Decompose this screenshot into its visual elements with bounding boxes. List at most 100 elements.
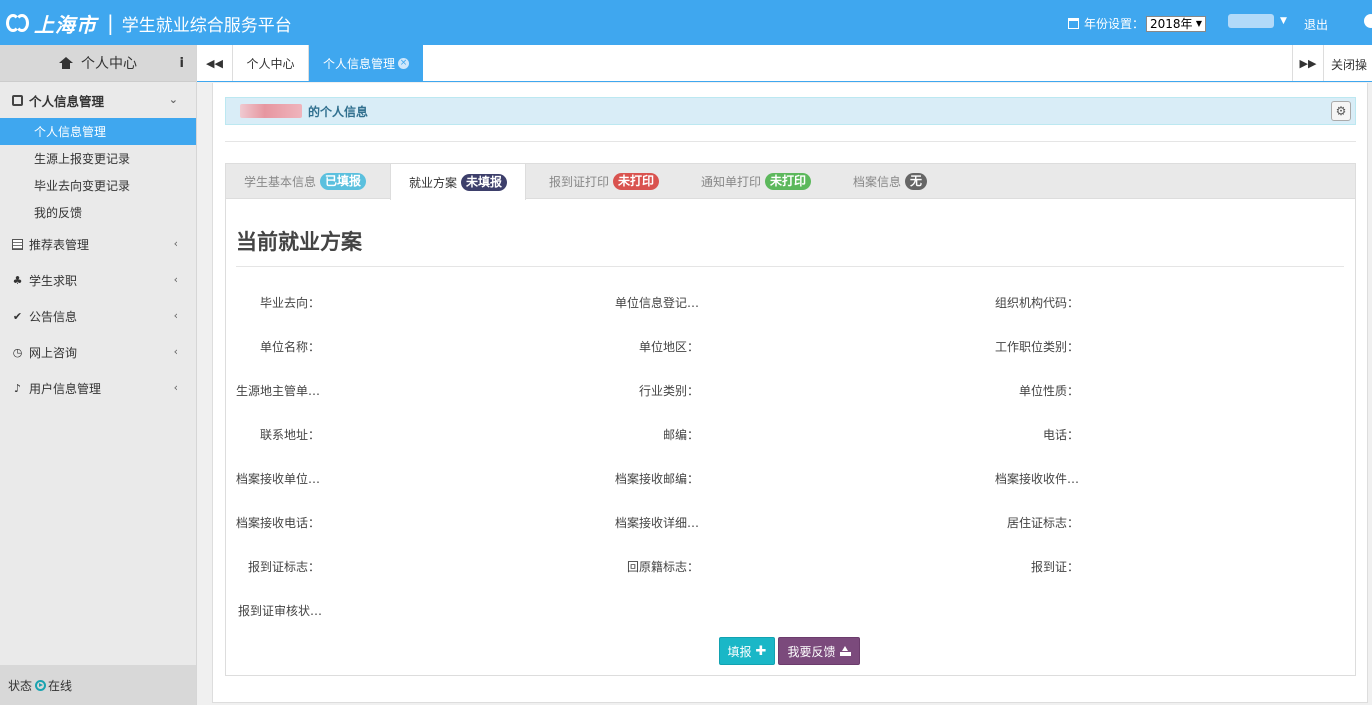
status-badge: 未打印 <box>613 173 660 190</box>
feedback-button[interactable]: 我要反馈 <box>778 637 860 665</box>
tab-report-cert-print[interactable]: 报到证打印 未打印 <box>531 164 677 199</box>
divider <box>225 141 1356 142</box>
field-label: 单位性质： <box>1018 384 1079 398</box>
menu-announcements[interactable]: ✔ 公告信息 ‹ <box>0 298 196 334</box>
calendar-icon <box>1068 18 1079 29</box>
field-label: 单位名称： <box>259 340 320 354</box>
status-badge: 未填报 <box>461 173 508 191</box>
info-card: 学生基本信息 已填报 就业方案 未填报 报到证打印 未打印 通知单打印 未打印 … <box>225 163 1356 676</box>
upload-icon <box>839 646 851 656</box>
field-label: 毕业去向： <box>259 296 320 310</box>
tie-icon: ♣ <box>12 273 23 287</box>
tabs-scroll-right-button[interactable]: ▶▶ <box>1292 45 1324 81</box>
sidebar-title: 个人中心 <box>81 56 137 72</box>
status-badge: 已填报 <box>320 173 367 190</box>
personal-info-banner: 的个人信息 ⚙ <box>225 97 1356 125</box>
sidebar-item-personal-info[interactable]: 个人信息管理 <box>0 118 196 145</box>
chevron-left-icon: ‹ <box>173 237 178 250</box>
menu-online-consult[interactable]: ◷ 网上咨询 ‹ <box>0 334 196 370</box>
field-label: 联系地址： <box>259 428 320 442</box>
sidebar-header[interactable]: 个人中心 i <box>0 45 196 82</box>
close-operations-menu[interactable]: 关闭操 <box>1331 56 1367 73</box>
menu-label: 用户信息管理 <box>29 381 102 396</box>
chevron-left-icon: ‹ <box>173 273 178 286</box>
chevron-left-icon: ‹ <box>173 345 178 358</box>
help-icon[interactable] <box>1364 14 1372 28</box>
tab-notice-print[interactable]: 通知单打印 未打印 <box>683 164 829 199</box>
platform-title: 学生就业综合服务平台 <box>121 15 292 36</box>
document-icon <box>12 238 23 250</box>
sidebar-item-destination-change-log[interactable]: 毕业去向变更记录 <box>0 172 196 199</box>
status-label: 状态 <box>8 678 33 693</box>
button-label: 我要反馈 <box>787 644 836 659</box>
status-bar: 状态 在线 <box>0 665 196 705</box>
sidebar-item-my-feedback[interactable]: 我的反馈 <box>0 199 196 226</box>
menu-user-info[interactable]: ♪ 用户信息管理 ‹ <box>0 370 196 406</box>
field-label: 档案接收详细… <box>615 516 700 530</box>
field-label: 档案接收电话： <box>236 516 321 530</box>
tab-personal-info-management[interactable]: 个人信息管理 × <box>309 45 423 81</box>
logout-link[interactable]: 退出 <box>1304 16 1328 33</box>
tab-employment-plan[interactable]: 就业方案 未填报 <box>390 164 527 200</box>
info-icon[interactable]: i <box>180 56 184 71</box>
tab-label: 就业方案 <box>409 175 458 190</box>
menu-label: 个人信息管理 <box>29 93 105 109</box>
tab-label: 通知单打印 <box>701 175 762 189</box>
tab-personal-center[interactable]: 个人中心 <box>233 45 309 81</box>
tab-label: 学生基本信息 <box>244 175 317 189</box>
logo-city: 上海市 <box>34 12 97 37</box>
top-header: 上海市 | 学生就业综合服务平台 年份设置： 2018年 ▼ ▼ 退出 <box>0 0 1372 45</box>
field-label: 档案接收收件… <box>995 472 1080 486</box>
section-title: 当前就业方案 <box>236 230 362 254</box>
gear-icon[interactable]: ⚙ <box>1331 101 1351 121</box>
menu-recommendation[interactable]: 推荐表管理 ‹ <box>0 226 196 262</box>
tab-basic-info[interactable]: 学生基本信息 已填报 <box>226 164 384 199</box>
clock-icon: ◷ <box>12 345 23 359</box>
tab-archive-info[interactable]: 档案信息 无 <box>835 164 945 199</box>
info-tabs: 学生基本信息 已填报 就业方案 未填报 报到证打印 未打印 通知单打印 未打印 … <box>226 164 1355 200</box>
archive-icon <box>12 94 23 106</box>
tab-label: 档案信息 <box>853 175 902 189</box>
home-icon <box>59 57 73 69</box>
year-select[interactable]: 2018年 ▼ <box>1146 15 1207 32</box>
status-value: 在线 <box>48 678 73 693</box>
button-label: 填报 <box>727 644 752 659</box>
field-label: 单位信息登记… <box>615 296 700 310</box>
online-status-icon <box>35 679 47 691</box>
banner-text: 的个人信息 <box>308 104 369 119</box>
status-badge: 无 <box>905 173 928 190</box>
field-label: 电话： <box>1042 428 1079 442</box>
shanghai-logo[interactable]: 上海市 | 学生就业综合服务平台 <box>6 10 292 37</box>
main-content: 的个人信息 ⚙ 学生基本信息 已填报 就业方案 未填报 报到证打印 未打印 通知… <box>212 83 1368 703</box>
year-setting: 年份设置： 2018年 ▼ <box>1068 15 1207 32</box>
page-tabs: ◀◀ 个人中心 个人信息管理 × ▶▶ 关闭操 <box>197 45 1372 82</box>
field-label: 邮编： <box>662 428 699 442</box>
field-label: 档案接收邮编： <box>615 472 700 486</box>
divider <box>236 266 1344 267</box>
field-label: 报到证审核状… <box>238 604 323 618</box>
field-label: 居住证标志： <box>1006 516 1079 530</box>
field-label: 工作职位类别： <box>995 340 1080 354</box>
field-label: 组织机构代码： <box>995 296 1080 310</box>
field-label: 档案接收单位… <box>236 472 321 486</box>
caret-down-icon: ▼ <box>1280 16 1287 26</box>
fill-button[interactable]: 填报 ✚ <box>719 637 775 665</box>
tab-label: 个人中心 <box>246 56 295 71</box>
bell-icon: ♪ <box>13 381 22 395</box>
student-name-redacted <box>240 104 302 118</box>
user-menu[interactable]: ▼ <box>1228 14 1287 28</box>
close-tab-icon[interactable]: × <box>398 57 409 69</box>
select-caret-icon: ▼ <box>1195 19 1203 28</box>
plus-icon: ✚ <box>755 643 767 659</box>
year-value: 2018年 <box>1150 17 1193 31</box>
field-label: 报到证标志： <box>247 560 320 574</box>
field-label: 报到证： <box>1030 560 1079 574</box>
menu-personal-info[interactable]: 个人信息管理 ⌄ <box>0 82 196 118</box>
chevron-left-icon: ‹ <box>173 309 178 322</box>
chevron-left-icon: ‹ <box>173 381 178 394</box>
tabs-scroll-left-button[interactable]: ◀◀ <box>197 45 233 81</box>
field-label: 回原籍标志： <box>626 560 699 574</box>
menu-job-search[interactable]: ♣ 学生求职 ‹ <box>0 262 196 298</box>
sidebar-item-source-change-log[interactable]: 生源上报变更记录 <box>0 145 196 172</box>
logo-mark-icon <box>6 12 32 34</box>
